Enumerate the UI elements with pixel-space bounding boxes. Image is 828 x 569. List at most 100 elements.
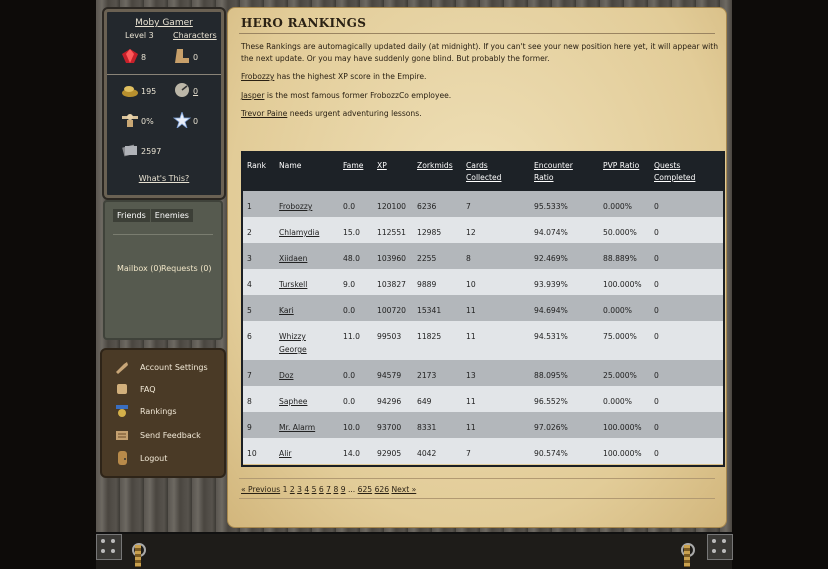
cell-cards: 8 bbox=[466, 254, 471, 263]
cell-encounter-ratio: 97.026% bbox=[534, 423, 568, 432]
page-link[interactable]: 4 bbox=[304, 485, 309, 494]
cell-xp: 94296 bbox=[377, 397, 402, 406]
cell-quests: 0 bbox=[654, 423, 659, 432]
rankings-page: HERO RANKINGS These Rankings are automag… bbox=[227, 7, 727, 528]
fact-hero-link[interactable]: Jasper bbox=[241, 91, 264, 100]
cell-fame: 0.0 bbox=[343, 202, 356, 211]
page-link[interactable]: 7 bbox=[326, 485, 331, 494]
cell-pvp-ratio: 100.000% bbox=[603, 423, 642, 432]
table-row: 2 Chlamydia 15.0 112551 12985 12 94.074% 50.000… bbox=[241, 217, 725, 243]
page-link[interactable]: 3 bbox=[297, 485, 302, 494]
table-row: 8 Saphee 0.0 94296 649 11 96.552% 0.000% 0 bbox=[241, 386, 725, 412]
cell-pvp-ratio: 0.000% bbox=[603, 306, 632, 315]
page-link[interactable]: 6 bbox=[319, 485, 324, 494]
cell-cards: 10 bbox=[466, 280, 476, 289]
cell-xp: 93700 bbox=[377, 423, 402, 432]
table-row: 4 Turskell 9.0 103827 9889 10 93.939% 100.000% 0 bbox=[241, 269, 725, 295]
cell-encounter-ratio: 88.095% bbox=[534, 371, 568, 380]
col-cards-line1: Cards bbox=[466, 161, 488, 170]
cell-quests: 0 bbox=[654, 202, 659, 211]
cell-pvp-ratio: 88.889% bbox=[603, 254, 637, 263]
timer-count[interactable]: 0 bbox=[193, 87, 198, 96]
cell-zorkmids: 11825 bbox=[417, 332, 442, 341]
tab-enemies[interactable]: Enemies bbox=[150, 209, 193, 222]
cell-name[interactable]: Doz bbox=[279, 369, 293, 382]
col-cards-line2: Collected bbox=[466, 173, 502, 182]
cell-rank: 6 bbox=[247, 332, 252, 341]
page-link[interactable]: 2 bbox=[290, 485, 295, 494]
tab-friends[interactable]: Friends bbox=[113, 209, 150, 222]
next-page-link[interactable]: Next » bbox=[391, 485, 416, 494]
cell-name[interactable]: Saphee bbox=[279, 395, 307, 408]
cell-name[interactable]: Kari bbox=[279, 304, 294, 317]
cell-pvp-ratio: 100.000% bbox=[603, 280, 642, 289]
zorkmid-count: 195 bbox=[141, 87, 157, 96]
corner-bolt-right bbox=[707, 534, 733, 560]
characters-link[interactable]: Characters bbox=[173, 31, 217, 40]
col-cards-header[interactable]: Cards Collected bbox=[466, 160, 502, 184]
wrench-icon bbox=[116, 362, 128, 374]
player-name-link[interactable]: Moby Gamer bbox=[107, 18, 221, 28]
col-pvp-header[interactable]: PVP Ratio bbox=[603, 160, 639, 172]
menu-item-label: Account Settings bbox=[140, 363, 208, 372]
cell-encounter-ratio: 93.939% bbox=[534, 280, 568, 289]
strongman-icon bbox=[122, 114, 138, 127]
cell-name[interactable]: Alir bbox=[279, 447, 292, 460]
corner-bolt-left bbox=[96, 534, 122, 560]
col-encounter-header[interactable]: Encounter Ratio bbox=[534, 160, 573, 184]
requests-link[interactable]: Requests (0) bbox=[161, 264, 212, 273]
cell-zorkmids: 2255 bbox=[417, 254, 437, 263]
cell-name[interactable]: Frobozzy bbox=[279, 200, 312, 213]
previous-page-link[interactable]: « Previous bbox=[241, 485, 280, 494]
cell-encounter-ratio: 90.574% bbox=[534, 449, 568, 458]
fact-line: Frobozzy has the highest XP score in the… bbox=[241, 72, 426, 81]
gem-count: 8 bbox=[141, 53, 147, 62]
col-xp-header[interactable]: XP bbox=[377, 160, 387, 172]
col-enc-line1: Encounter bbox=[534, 161, 573, 170]
cell-zorkmids: 6236 bbox=[417, 202, 437, 211]
page-link[interactable]: 625 bbox=[358, 485, 373, 494]
cell-pvp-ratio: 50.000% bbox=[603, 228, 637, 237]
gold-pile-icon bbox=[122, 86, 138, 97]
pagination-divider-bottom bbox=[239, 498, 715, 499]
title-divider bbox=[239, 33, 715, 34]
cell-name[interactable]: Mr. Alarm bbox=[279, 421, 315, 434]
cell-encounter-ratio: 94.531% bbox=[534, 332, 568, 341]
cell-cards: 11 bbox=[466, 423, 476, 432]
table-row: 9 Mr. Alarm 10.0 93700 8331 11 97.026% 100.000%… bbox=[241, 412, 725, 438]
cell-zorkmids: 9889 bbox=[417, 280, 437, 289]
cell-fame: 48.0 bbox=[343, 254, 360, 263]
fact-hero-link[interactable]: Frobozzy bbox=[241, 72, 274, 81]
cell-fame: 15.0 bbox=[343, 228, 360, 237]
cell-name[interactable]: Whizzy George bbox=[279, 330, 307, 356]
fact-text: needs urgent adventuring lessons. bbox=[287, 109, 422, 118]
star-icon bbox=[173, 112, 191, 128]
cell-quests: 0 bbox=[654, 280, 659, 289]
fact-line: Jasper is the most famous former Frobozz… bbox=[241, 91, 451, 100]
cell-fame: 14.0 bbox=[343, 449, 360, 458]
page-link[interactable]: 8 bbox=[333, 485, 338, 494]
cell-rank: 10 bbox=[247, 449, 257, 458]
col-zorkmids-header[interactable]: Zorkmids bbox=[417, 160, 453, 172]
cell-name[interactable]: Turskell bbox=[279, 278, 307, 291]
page-links: 2 3 4 5 6 7 8 9 bbox=[290, 485, 348, 494]
cell-fame: 11.0 bbox=[343, 332, 360, 341]
fact-hero-link[interactable]: Trevor Paine bbox=[241, 109, 287, 118]
page-link[interactable]: 5 bbox=[312, 485, 317, 494]
cell-name[interactable]: Chlamydia bbox=[279, 226, 319, 239]
col-quests-header[interactable]: Quests Completed bbox=[654, 160, 695, 184]
cell-quests: 0 bbox=[654, 254, 659, 263]
page-link[interactable]: 626 bbox=[375, 485, 390, 494]
cell-pvp-ratio: 25.000% bbox=[603, 371, 637, 380]
cell-zorkmids: 12985 bbox=[417, 228, 442, 237]
cell-name[interactable]: Xiidaen bbox=[279, 252, 307, 265]
medal-icon bbox=[116, 405, 128, 417]
cell-cards: 7 bbox=[466, 449, 471, 458]
col-fame-header[interactable]: Fame bbox=[343, 160, 363, 172]
whats-this-link[interactable]: What's This? bbox=[107, 174, 221, 183]
page-link[interactable]: 9 bbox=[341, 485, 346, 494]
mailbox-link[interactable]: Mailbox (0) bbox=[117, 264, 162, 273]
profile-divider bbox=[107, 74, 221, 75]
cell-rank: 1 bbox=[247, 202, 252, 211]
cell-xp: 92905 bbox=[377, 449, 402, 458]
